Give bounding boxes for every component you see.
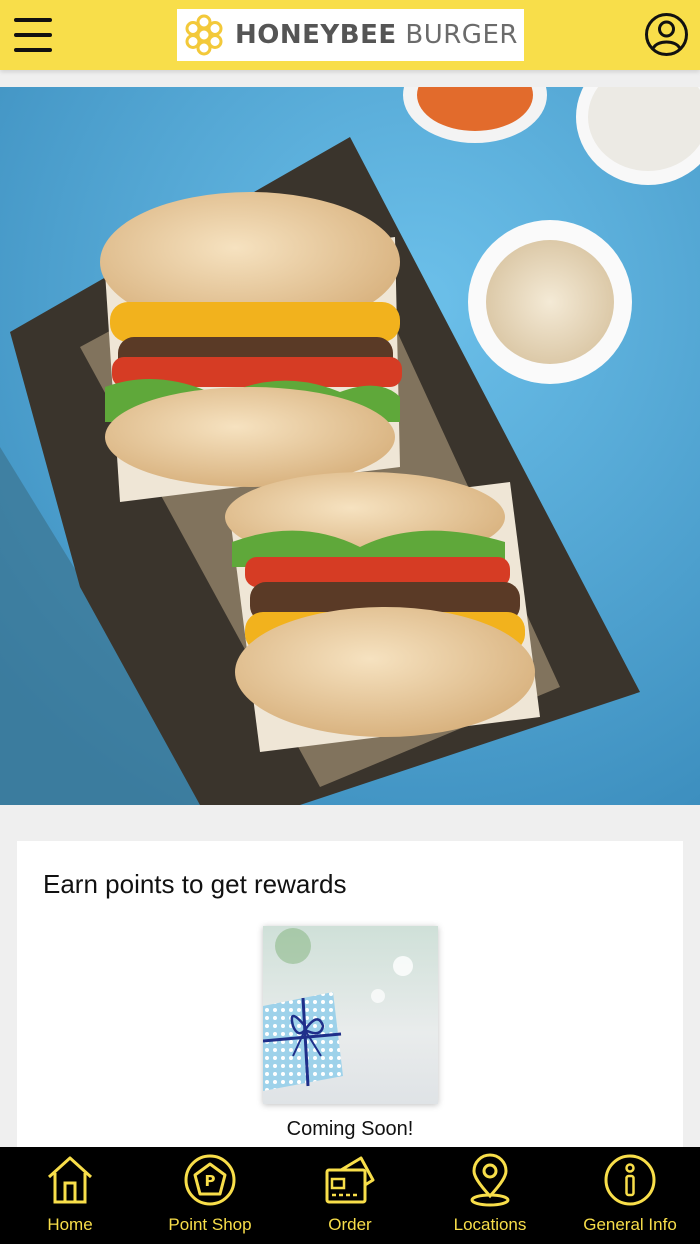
tab-order[interactable]: Order [280, 1147, 420, 1244]
tab-home[interactable]: Home [0, 1147, 140, 1244]
point-shop-icon: P [184, 1154, 236, 1206]
tab-point-shop-label: Point Shop [168, 1215, 252, 1234]
order-card-icon [325, 1156, 375, 1204]
tab-locations-label: Locations [453, 1215, 527, 1234]
tab-general-info[interactable]: General Info [560, 1147, 700, 1244]
info-icon [604, 1154, 656, 1206]
tab-locations[interactable]: Locations [420, 1147, 560, 1244]
bottom-tab-bar: Home P Point Shop Order Locations Genera… [0, 1147, 700, 1244]
tab-point-shop[interactable]: P Point Shop [140, 1147, 280, 1244]
logo-text-light: BURGER [405, 20, 518, 50]
reward-label: Coming Soon! [286, 1118, 414, 1140]
tab-general-info-label: General Info [583, 1215, 677, 1234]
gift-box-photo [263, 926, 438, 1104]
profile-icon[interactable] [644, 12, 689, 57]
home-icon [47, 1156, 93, 1204]
rewards-title: Earn points to get rewards [43, 869, 347, 899]
honeycomb-logo-icon [185, 14, 223, 56]
rewards-card: Earn points to get rewards Coming Soon! [17, 841, 683, 1171]
burger-photo [0, 87, 700, 805]
tab-order-label: Order [328, 1215, 372, 1234]
hamburger-menu-icon[interactable] [14, 18, 52, 52]
promo-carousel[interactable] [0, 87, 700, 805]
logo-text: HONEYBEE BURGER [235, 20, 518, 50]
app-header: HONEYBEE BURGER [0, 0, 700, 70]
tab-home-label: Home [47, 1215, 93, 1234]
reward-gift-image[interactable] [263, 926, 438, 1104]
svg-text:P: P [205, 1172, 216, 1190]
brand-logo: HONEYBEE BURGER [177, 9, 524, 61]
logo-text-bold: HONEYBEE [235, 20, 397, 50]
location-pin-icon [470, 1153, 510, 1207]
